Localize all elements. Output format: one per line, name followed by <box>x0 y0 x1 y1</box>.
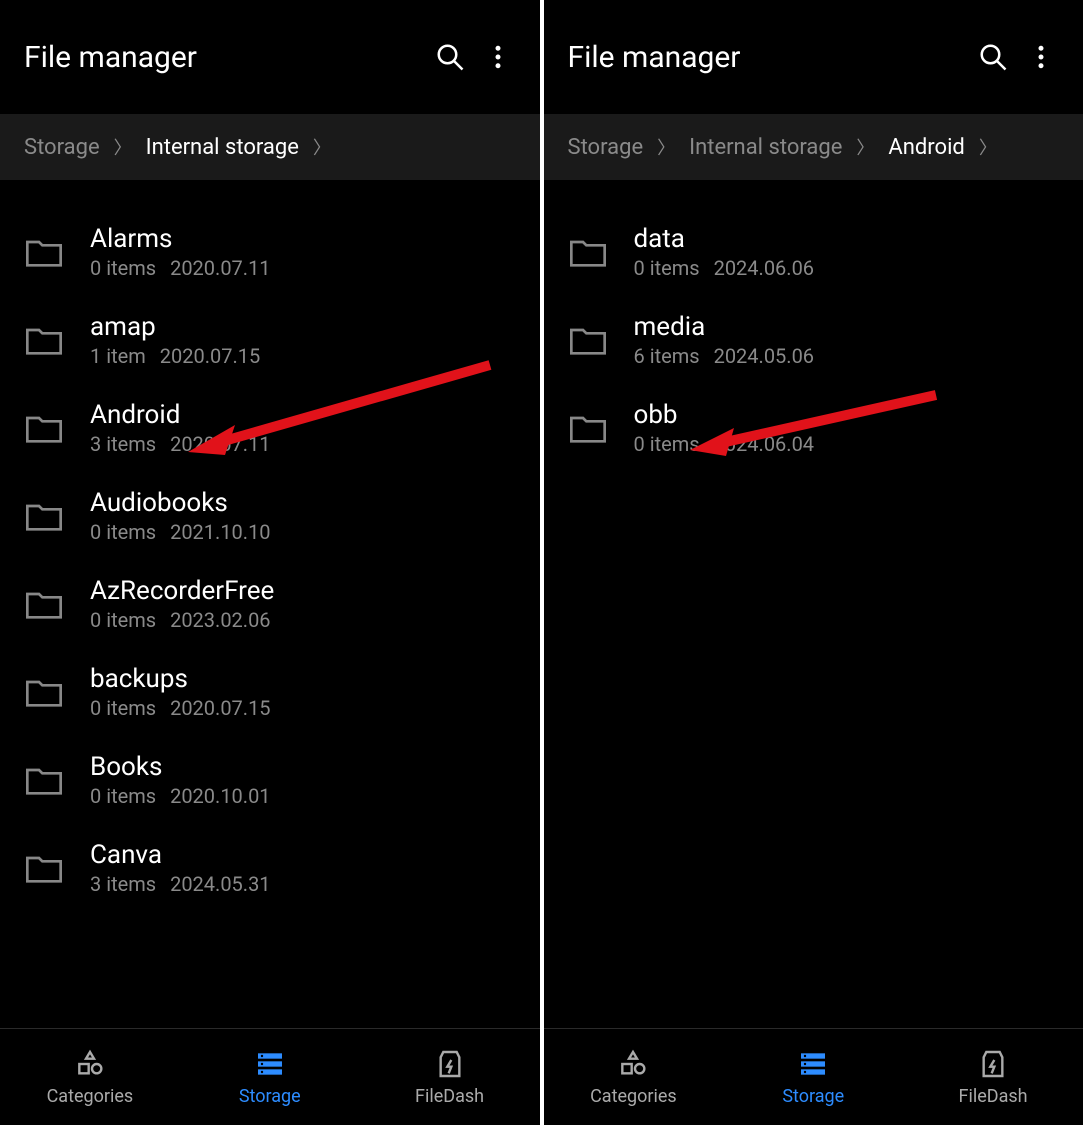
folder-item-audiobooks[interactable]: Audiobooks 0 items2021.10.10 <box>0 472 540 560</box>
nav-categories[interactable]: Categories <box>544 1029 724 1125</box>
chevron-right-icon: 〉 <box>114 134 132 160</box>
file-meta: Android 3 items2020.07.11 <box>90 400 516 456</box>
nav-label: Categories <box>590 1086 677 1107</box>
pane-left: File manager Storage 〉 Internal storage … <box>0 0 542 1125</box>
nav-storage[interactable]: Storage <box>723 1029 903 1125</box>
bottom-nav: Categories Storage FileDash <box>0 1028 540 1125</box>
folder-icon <box>568 322 608 358</box>
file-meta: Books 0 items2020.10.01 <box>90 752 516 808</box>
app-title: File manager <box>568 40 970 75</box>
breadcrumb-item[interactable]: Internal storage <box>146 135 299 160</box>
file-meta: obb 0 items2024.06.04 <box>634 400 1060 456</box>
folder-sub: 0 items2023.02.06 <box>90 608 516 632</box>
chevron-right-icon: 〉 <box>657 134 675 160</box>
folder-name: Audiobooks <box>90 488 516 518</box>
filedash-icon <box>434 1048 466 1080</box>
folder-sub: 0 items2021.10.10 <box>90 520 516 544</box>
nav-storage[interactable]: Storage <box>180 1029 360 1125</box>
file-meta: Alarms 0 items2020.07.11 <box>90 224 516 280</box>
folder-item-obb[interactable]: obb 0 items2024.06.04 <box>544 384 1083 472</box>
folder-sub: 6 items2024.05.06 <box>634 344 1060 368</box>
nav-label: FileDash <box>959 1086 1028 1107</box>
folder-sub: 0 items2024.06.04 <box>634 432 1060 456</box>
nav-filedash[interactable]: FileDash <box>903 1029 1083 1125</box>
folder-icon <box>24 234 64 270</box>
folder-item-books[interactable]: Books 0 items2020.10.01 <box>0 736 540 824</box>
folder-item-canva[interactable]: Canva 3 items2024.05.31 <box>0 824 540 912</box>
nav-label: Storage <box>782 1086 844 1107</box>
folder-sub: 3 items2024.05.31 <box>90 872 516 896</box>
categories-icon <box>617 1048 649 1080</box>
folder-name: obb <box>634 400 1060 430</box>
topbar: File manager <box>544 0 1083 114</box>
folder-item-backups[interactable]: backups 0 items2020.07.15 <box>0 648 540 736</box>
breadcrumb-item[interactable]: Storage <box>24 135 100 160</box>
search-icon[interactable] <box>426 33 474 81</box>
folder-name: Books <box>90 752 516 782</box>
file-meta: data 0 items2024.06.06 <box>634 224 1060 280</box>
nav-categories[interactable]: Categories <box>0 1029 180 1125</box>
folder-name: AzRecorderFree <box>90 576 516 606</box>
bottom-nav: Categories Storage FileDash <box>544 1028 1083 1125</box>
file-meta: media 6 items2024.05.06 <box>634 312 1060 368</box>
filedash-icon <box>977 1048 1009 1080</box>
nav-label: Categories <box>47 1086 134 1107</box>
breadcrumb-item[interactable]: Android <box>888 135 964 160</box>
nav-label: FileDash <box>415 1086 484 1107</box>
file-list: Alarms 0 items2020.07.11 amap 1 item2020… <box>0 180 540 1028</box>
file-meta: AzRecorderFree 0 items2023.02.06 <box>90 576 516 632</box>
folder-name: backups <box>90 664 516 694</box>
folder-sub: 0 items2020.10.01 <box>90 784 516 808</box>
folder-item-android[interactable]: Android 3 items2020.07.11 <box>0 384 540 472</box>
folder-icon <box>24 850 64 886</box>
folder-icon <box>24 586 64 622</box>
folder-name: amap <box>90 312 516 342</box>
breadcrumb-item[interactable]: Internal storage <box>689 135 842 160</box>
breadcrumb: Storage 〉 Internal storage 〉 <box>0 114 540 180</box>
folder-sub: 3 items2020.07.11 <box>90 432 516 456</box>
folder-name: media <box>634 312 1060 342</box>
folder-icon <box>24 498 64 534</box>
folder-item-amap[interactable]: amap 1 item2020.07.15 <box>0 296 540 384</box>
app-title: File manager <box>24 40 426 75</box>
chevron-right-icon: 〉 <box>979 134 997 160</box>
folder-icon <box>568 410 608 446</box>
chevron-right-icon: 〉 <box>856 134 874 160</box>
breadcrumb: Storage 〉 Internal storage 〉 Android 〉 <box>544 114 1083 180</box>
folder-icon <box>24 674 64 710</box>
nav-label: Storage <box>239 1086 301 1107</box>
folder-name: data <box>634 224 1060 254</box>
more-icon[interactable] <box>1017 33 1065 81</box>
folder-sub: 1 item2020.07.15 <box>90 344 516 368</box>
chevron-right-icon: 〉 <box>313 134 331 160</box>
file-meta: Audiobooks 0 items2021.10.10 <box>90 488 516 544</box>
folder-icon <box>568 234 608 270</box>
storage-icon <box>797 1048 829 1080</box>
folder-item-azrecorderfree[interactable]: AzRecorderFree 0 items2023.02.06 <box>0 560 540 648</box>
folder-name: Alarms <box>90 224 516 254</box>
folder-sub: 0 items2024.06.06 <box>634 256 1060 280</box>
pane-right: File manager Storage 〉 Internal storage … <box>542 0 1083 1125</box>
file-list: data 0 items2024.06.06 media 6 items2024… <box>544 180 1083 1028</box>
storage-icon <box>254 1048 286 1080</box>
breadcrumb-item[interactable]: Storage <box>568 135 644 160</box>
file-meta: backups 0 items2020.07.15 <box>90 664 516 720</box>
topbar: File manager <box>0 0 540 114</box>
search-icon[interactable] <box>969 33 1017 81</box>
folder-icon <box>24 762 64 798</box>
folder-sub: 0 items2020.07.11 <box>90 256 516 280</box>
folder-item-data[interactable]: data 0 items2024.06.06 <box>544 208 1083 296</box>
folder-name: Android <box>90 400 516 430</box>
file-meta: Canva 3 items2024.05.31 <box>90 840 516 896</box>
folder-item-media[interactable]: media 6 items2024.05.06 <box>544 296 1083 384</box>
folder-icon <box>24 322 64 358</box>
categories-icon <box>74 1048 106 1080</box>
more-icon[interactable] <box>474 33 522 81</box>
folder-name: Canva <box>90 840 516 870</box>
file-meta: amap 1 item2020.07.15 <box>90 312 516 368</box>
folder-item-alarms[interactable]: Alarms 0 items2020.07.11 <box>0 208 540 296</box>
folder-icon <box>24 410 64 446</box>
folder-sub: 0 items2020.07.15 <box>90 696 516 720</box>
nav-filedash[interactable]: FileDash <box>360 1029 540 1125</box>
